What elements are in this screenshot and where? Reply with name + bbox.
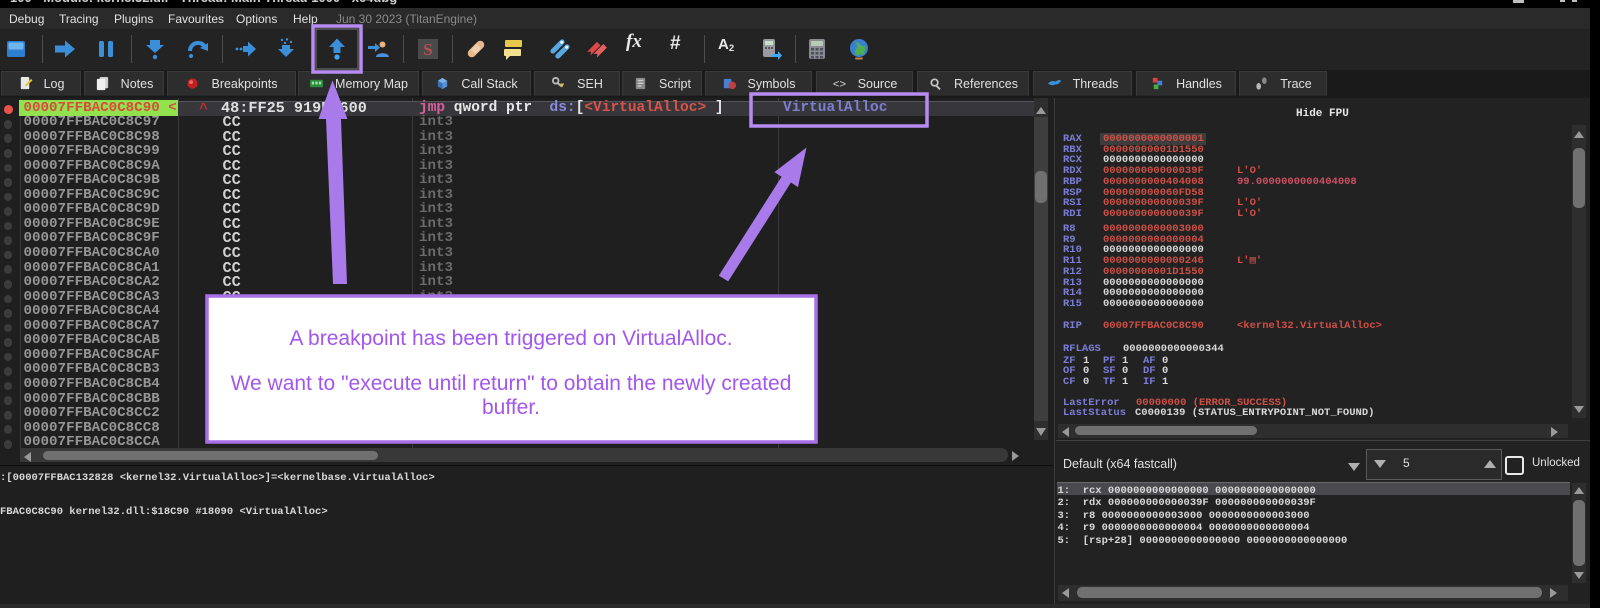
svg-text:We want to "execute until retu: We want to "execute until return" to obt… xyxy=(231,372,792,395)
svg-text:A breakpoint has been triggere: A breakpoint has been triggered on Virtu… xyxy=(289,327,732,350)
svg-text:buffer.: buffer. xyxy=(482,396,540,419)
